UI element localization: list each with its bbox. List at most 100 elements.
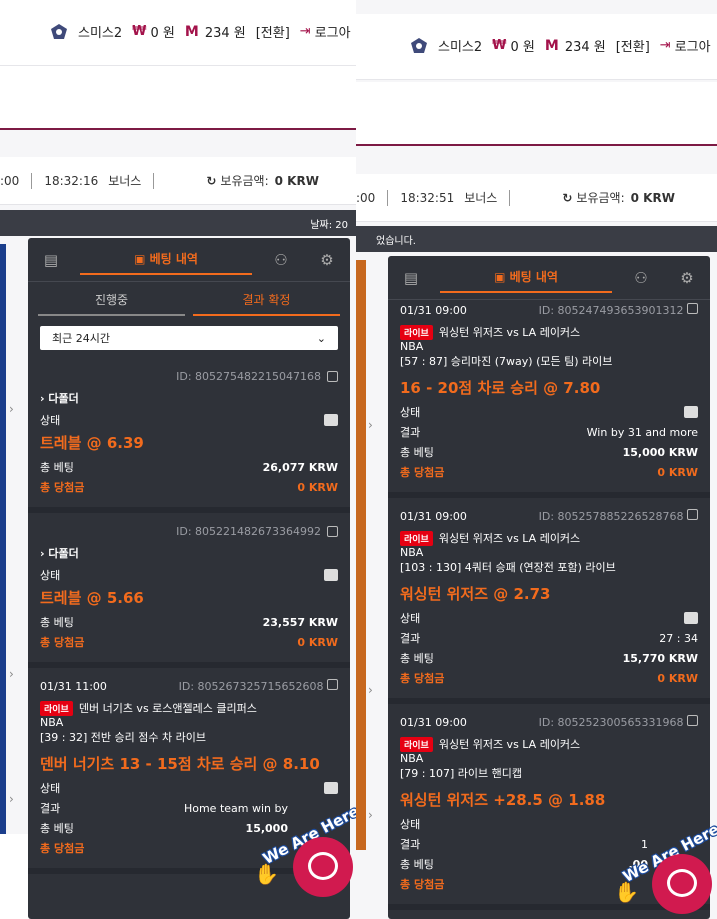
convert-button[interactable]: [전환] — [256, 22, 290, 41]
live-badge: 라이브 — [400, 324, 433, 340]
result-value: 27 : 34 — [659, 631, 698, 645]
win-amount: 0 KRW — [297, 635, 338, 649]
bet-history-panel: ▤ ▣ 베팅 내역 ⚇ ⚙ 01/31 09:00 ID: 80524749365… — [388, 256, 710, 919]
copy-icon[interactable] — [687, 509, 698, 520]
logout-link[interactable]: 로그아 — [675, 36, 711, 55]
bonus-link[interactable]: 보너스 — [464, 189, 497, 206]
status-icon — [684, 612, 698, 624]
market: [103 : 130] 4쿼터 승패 (연장전 포함) 라이브 — [400, 561, 616, 574]
live-badge: 라이브 — [400, 530, 433, 546]
folder-toggle[interactable]: › 다폴더 — [40, 545, 338, 561]
cash-balance: 0 원 — [150, 26, 175, 41]
right-window: 스미스2 ₩ 0 원 M 234 원 [전환] ⇥ 로그아 :00 18:32:… — [356, 0, 717, 919]
level-badge-icon — [410, 37, 428, 55]
tab-bet-history[interactable]: ▣ 베팅 내역 — [440, 263, 612, 293]
betslip-icon[interactable]: ▤ — [28, 251, 74, 269]
bet-card: ID: 805275482215047168 › 다폴더 상태 트레블 @ 6.… — [28, 358, 350, 513]
copy-icon[interactable] — [327, 525, 338, 537]
bet-amount: 15,000 KRW — [622, 445, 698, 459]
bet-card: ID: 805221482673364992 › 다폴더 상태 트레블 @ 5.… — [28, 513, 350, 668]
copy-icon[interactable] — [687, 715, 698, 726]
market: [57 : 87] 승리마진 (7way) (모든 팀) 라이브 — [400, 355, 613, 368]
panel-tabs: ▤ ▣ 베팅 내역 ⚇ ⚙ — [28, 238, 350, 282]
gear-icon[interactable]: ⚙ — [304, 251, 350, 269]
chevron-down-icon: ⌄ — [316, 331, 326, 345]
chat-icon — [667, 869, 697, 897]
result-value: 1 — [641, 837, 648, 851]
copy-icon[interactable] — [327, 679, 338, 690]
betslip-icon[interactable]: ▤ — [388, 269, 434, 287]
convert-button[interactable]: [전환] — [616, 36, 650, 55]
result-value: Home team win by — [183, 801, 288, 815]
user-icon[interactable]: ⚇ — [258, 251, 304, 269]
cash-balance: 0 원 — [510, 40, 535, 55]
bet-pick: 트레블 @ 6.39 — [40, 434, 144, 452]
status-icon — [324, 414, 338, 426]
balance-value: 0 KRW — [274, 173, 319, 188]
period-select[interactable]: 최근 24시간 ⌄ — [40, 326, 338, 350]
copy-icon[interactable] — [327, 370, 338, 382]
league: NBA — [40, 716, 64, 729]
username: 스미스2 — [438, 40, 483, 55]
bet-date: 01/31 09:00 — [400, 715, 467, 729]
status-icon — [324, 782, 338, 794]
refresh-icon[interactable]: ↻ — [206, 174, 216, 188]
receipt-icon: ▣ — [134, 251, 146, 266]
bet-amount: 26,077 KRW — [262, 460, 338, 474]
refresh-icon[interactable]: ↻ — [562, 191, 572, 205]
info-bar: :00 18:32:16 보너스 ↻ 보유금액: 0 KRW — [0, 157, 358, 205]
bet-date: 01/31 09:00 — [400, 509, 467, 523]
balance-label: 보유금액: — [220, 174, 269, 188]
bet-history-panel: ▤ ▣ 베팅 내역 ⚇ ⚙ 진행중 결과 확정 최근 24시간 ⌄ ID: 80… — [28, 238, 350, 919]
won-icon: ₩ — [492, 38, 507, 53]
chevron-right-icon[interactable]: › — [9, 792, 14, 806]
win-amount: 0 KRW — [657, 671, 698, 685]
logout-link[interactable]: 로그아 — [315, 22, 351, 41]
bet-id: ID: 805252300565331968 — [538, 716, 684, 729]
notice-bar: 었습니다. — [356, 226, 717, 252]
chevron-right-icon[interactable]: › — [368, 418, 373, 432]
bet-card: 01/31 09:00 ID: 805257885226528768 라이브 워싱턴… — [388, 498, 710, 704]
bet-amount: 15,770 KRW — [622, 651, 698, 665]
folder-toggle[interactable]: › 다폴더 — [40, 390, 338, 406]
result-value: Win by 31 and more — [586, 425, 698, 439]
chat-button[interactable] — [652, 854, 712, 914]
live-badge: 라이브 — [40, 700, 73, 716]
chat-icon — [308, 852, 338, 880]
status-icon — [684, 406, 698, 418]
balance-value: 0 KRW — [630, 190, 675, 205]
win-amount: 0 KRW — [657, 465, 698, 479]
chevron-right-icon[interactable]: › — [368, 683, 373, 697]
username: 스미스2 — [78, 26, 123, 41]
bet-id: ID: 805275482215047168 — [176, 369, 321, 383]
mileage-balance: 234 원 — [204, 26, 246, 41]
bet-id: ID: 805257885226528768 — [538, 510, 684, 523]
bet-date: 01/31 09:00 — [400, 303, 467, 317]
logout-icon[interactable]: ⇥ — [300, 24, 311, 39]
date-fragment: :00 — [356, 190, 376, 205]
clock: 18:32:16 — [44, 173, 99, 188]
banner-strip — [356, 260, 366, 850]
chevron-right-icon[interactable]: › — [9, 402, 14, 416]
chat-button[interactable] — [293, 837, 353, 897]
tab-pending[interactable]: 진행중 — [38, 291, 185, 316]
tab-bet-history[interactable]: ▣ 베팅 내역 — [80, 245, 252, 275]
receipt-icon: ▣ — [494, 269, 506, 284]
won-icon: ₩ — [132, 24, 147, 39]
chevron-right-icon[interactable]: › — [9, 667, 14, 681]
status-subtabs: 진행중 결과 확정 — [28, 282, 350, 316]
market: [79 : 107] 라이브 핸디캡 — [400, 767, 522, 780]
date-fragment: :00 — [0, 173, 20, 188]
bonus-link[interactable]: 보너스 — [108, 172, 141, 189]
wave-hand-icon: ✋ — [614, 880, 639, 904]
copy-icon[interactable] — [687, 303, 698, 314]
chevron-right-icon[interactable]: › — [368, 808, 373, 822]
gear-icon[interactable]: ⚙ — [664, 269, 710, 287]
bet-pick: 덴버 너기츠 13 - 15점 차로 승리 @ 8.10 — [40, 755, 320, 773]
bet-id: ID: 805221482673364992 — [176, 524, 321, 538]
logout-icon[interactable]: ⇥ — [660, 38, 671, 53]
balance-label: 보유금액: — [576, 191, 625, 205]
clock: 18:32:51 — [400, 190, 455, 205]
user-icon[interactable]: ⚇ — [618, 269, 664, 287]
tab-settled[interactable]: 결과 확정 — [193, 291, 340, 316]
